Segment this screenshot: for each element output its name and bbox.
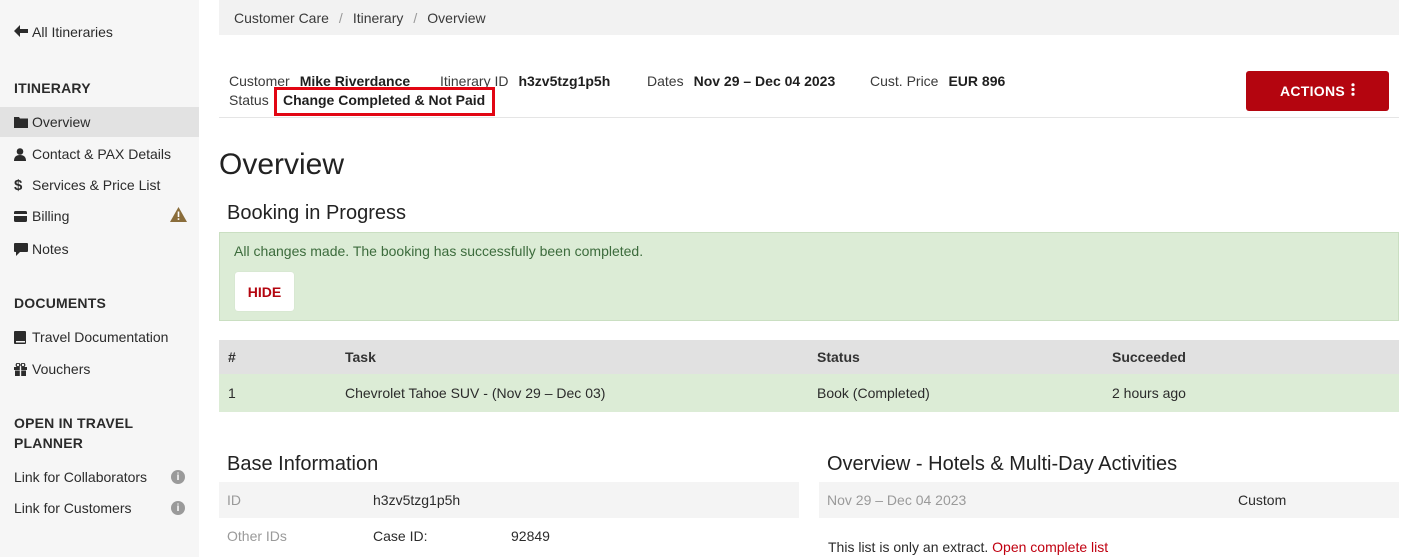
kebab-menu-icon <box>1351 83 1355 99</box>
sidebar-item-services[interactable]: $ Services & Price List <box>0 170 199 200</box>
sidebar: All Itineraries ITINERARY Overview Conta… <box>0 0 199 557</box>
base-information-title: Base Information <box>227 453 379 475</box>
folder-icon <box>14 116 32 128</box>
breadcrumb-separator: / <box>338 9 343 26</box>
column-header-succeeded: Succeeded <box>1112 349 1186 365</box>
user-icon <box>14 147 32 161</box>
actions-label: ACTIONS <box>1279 83 1346 99</box>
credit-card-icon <box>14 210 32 222</box>
book-icon <box>14 330 32 344</box>
dates-value: Nov 29 – Dec 04 2023 <box>693 73 836 89</box>
hotel-dates: Nov 29 – Dec 04 2023 <box>827 492 967 508</box>
dates-label: Dates <box>647 73 684 89</box>
sidebar-item-label: Notes <box>32 241 69 257</box>
sidebar-item-overview[interactable]: Overview <box>0 107 199 137</box>
breadcrumb-separator: / <box>413 9 418 26</box>
extract-note-text: This list is only an extract. <box>828 539 989 555</box>
base-info-row-other-ids: Other IDs Case ID: 92849 <box>219 518 799 554</box>
booking-progress-title: Booking in Progress <box>227 202 406 224</box>
task-succeeded: 2 hours ago <box>1112 385 1186 401</box>
breadcrumb-item-customer-care[interactable]: Customer Care <box>234 10 329 26</box>
sidebar-item-billing[interactable]: Billing <box>0 201 199 231</box>
success-alert: All changes made. The booking has succes… <box>219 232 1399 321</box>
task-name: Chevrolet Tahoe SUV - (Nov 29 – Dec 03) <box>345 385 606 401</box>
section-title-travel-planner: OPEN IN TRAVEL PLANNER <box>14 413 133 453</box>
hotels-overview-title: Overview - Hotels & Multi-Day Activities <box>827 453 1178 475</box>
info-icon[interactable]: i <box>171 501 185 515</box>
sidebar-item-contact[interactable]: Contact & PAX Details <box>0 139 199 169</box>
warning-icon <box>170 207 187 225</box>
sidebar-item-label: Services & Price List <box>32 177 161 193</box>
base-info-value: h3zv5tzg1p5h <box>373 492 461 508</box>
sidebar-item-label: Contact & PAX Details <box>32 146 172 162</box>
sidebar-item-vouchers[interactable]: Vouchers <box>0 354 199 384</box>
sidebar-item-label: Billing <box>32 208 70 224</box>
page-title: Overview <box>219 148 345 181</box>
arrow-left-icon <box>14 24 28 40</box>
hotel-type: Custom <box>1238 492 1287 508</box>
price-info: Cust. Price EUR 896 <box>870 73 1005 89</box>
itinerary-id-value: h3zv5tzg1p5h <box>518 73 611 89</box>
sidebar-item-label: Travel Documentation <box>32 329 169 345</box>
status-label: Status <box>229 92 269 108</box>
task-status: Book (Completed) <box>817 385 930 401</box>
sidebar-item-notes[interactable]: Notes <box>0 234 199 264</box>
breadcrumb-item-itinerary[interactable]: Itinerary <box>353 10 404 26</box>
open-complete-list-link[interactable]: Open complete list <box>992 539 1108 555</box>
base-info-value: Case ID: <box>373 528 428 544</box>
section-title-line: OPEN IN TRAVEL <box>14 415 134 431</box>
task-number: 1 <box>228 385 236 401</box>
sidebar-item-label: Overview <box>32 114 91 130</box>
price-label: Cust. Price <box>870 73 939 89</box>
column-header-number: # <box>228 349 236 365</box>
price-value: EUR 896 <box>948 73 1006 89</box>
column-header-status: Status <box>817 349 860 365</box>
section-title-itinerary: ITINERARY <box>14 80 91 96</box>
sidebar-item-travel-documentation[interactable]: Travel Documentation <box>0 322 199 352</box>
breadcrumb-item-overview: Overview <box>427 9 486 26</box>
case-id-value: 92849 <box>511 528 550 544</box>
column-header-task: Task <box>345 349 376 365</box>
sidebar-item-label: Vouchers <box>32 361 91 377</box>
sidebar-item-link-collaborators[interactable]: Link for Collaborators i <box>0 462 199 492</box>
all-itineraries-link[interactable]: All Itineraries <box>14 24 113 40</box>
section-title-documents: DOCUMENTS <box>14 295 107 311</box>
base-info-key: ID <box>227 492 241 508</box>
status-value: Change Completed & Not Paid <box>283 92 486 108</box>
breadcrumb: Customer Care / Itinerary / Overview <box>219 0 1399 35</box>
table-row: 1 Chevrolet Tahoe SUV - (Nov 29 – Dec 03… <box>219 374 1399 412</box>
task-table: # Task Status Succeeded 1 Chevrolet Taho… <box>219 340 1399 412</box>
header-divider <box>219 117 1399 118</box>
base-info-row-id: ID h3zv5tzg1p5h <box>219 482 799 518</box>
success-message: All changes made. The booking has succes… <box>234 243 644 259</box>
sidebar-item-label: Link for Customers <box>14 500 132 516</box>
extract-note: This list is only an extract. Open compl… <box>828 539 1108 555</box>
hotel-row: Nov 29 – Dec 04 2023 Custom <box>819 482 1399 518</box>
dollar-icon: $ <box>14 176 23 194</box>
sidebar-item-label: Link for Collaborators <box>14 469 148 485</box>
info-icon[interactable]: i <box>171 470 185 484</box>
gift-icon <box>14 362 32 376</box>
hide-button[interactable]: HIDE <box>235 272 294 311</box>
sidebar-item-link-customers[interactable]: Link for Customers i <box>0 493 199 523</box>
dates-info: Dates Nov 29 – Dec 04 2023 <box>647 73 835 89</box>
base-info-key: Other IDs <box>227 528 287 544</box>
task-table-header: # Task Status Succeeded <box>219 340 1399 374</box>
all-itineraries-label: All Itineraries <box>32 24 113 40</box>
actions-button[interactable]: ACTIONS <box>1246 71 1389 111</box>
comment-icon <box>14 242 32 256</box>
section-title-line: PLANNER <box>14 435 84 451</box>
